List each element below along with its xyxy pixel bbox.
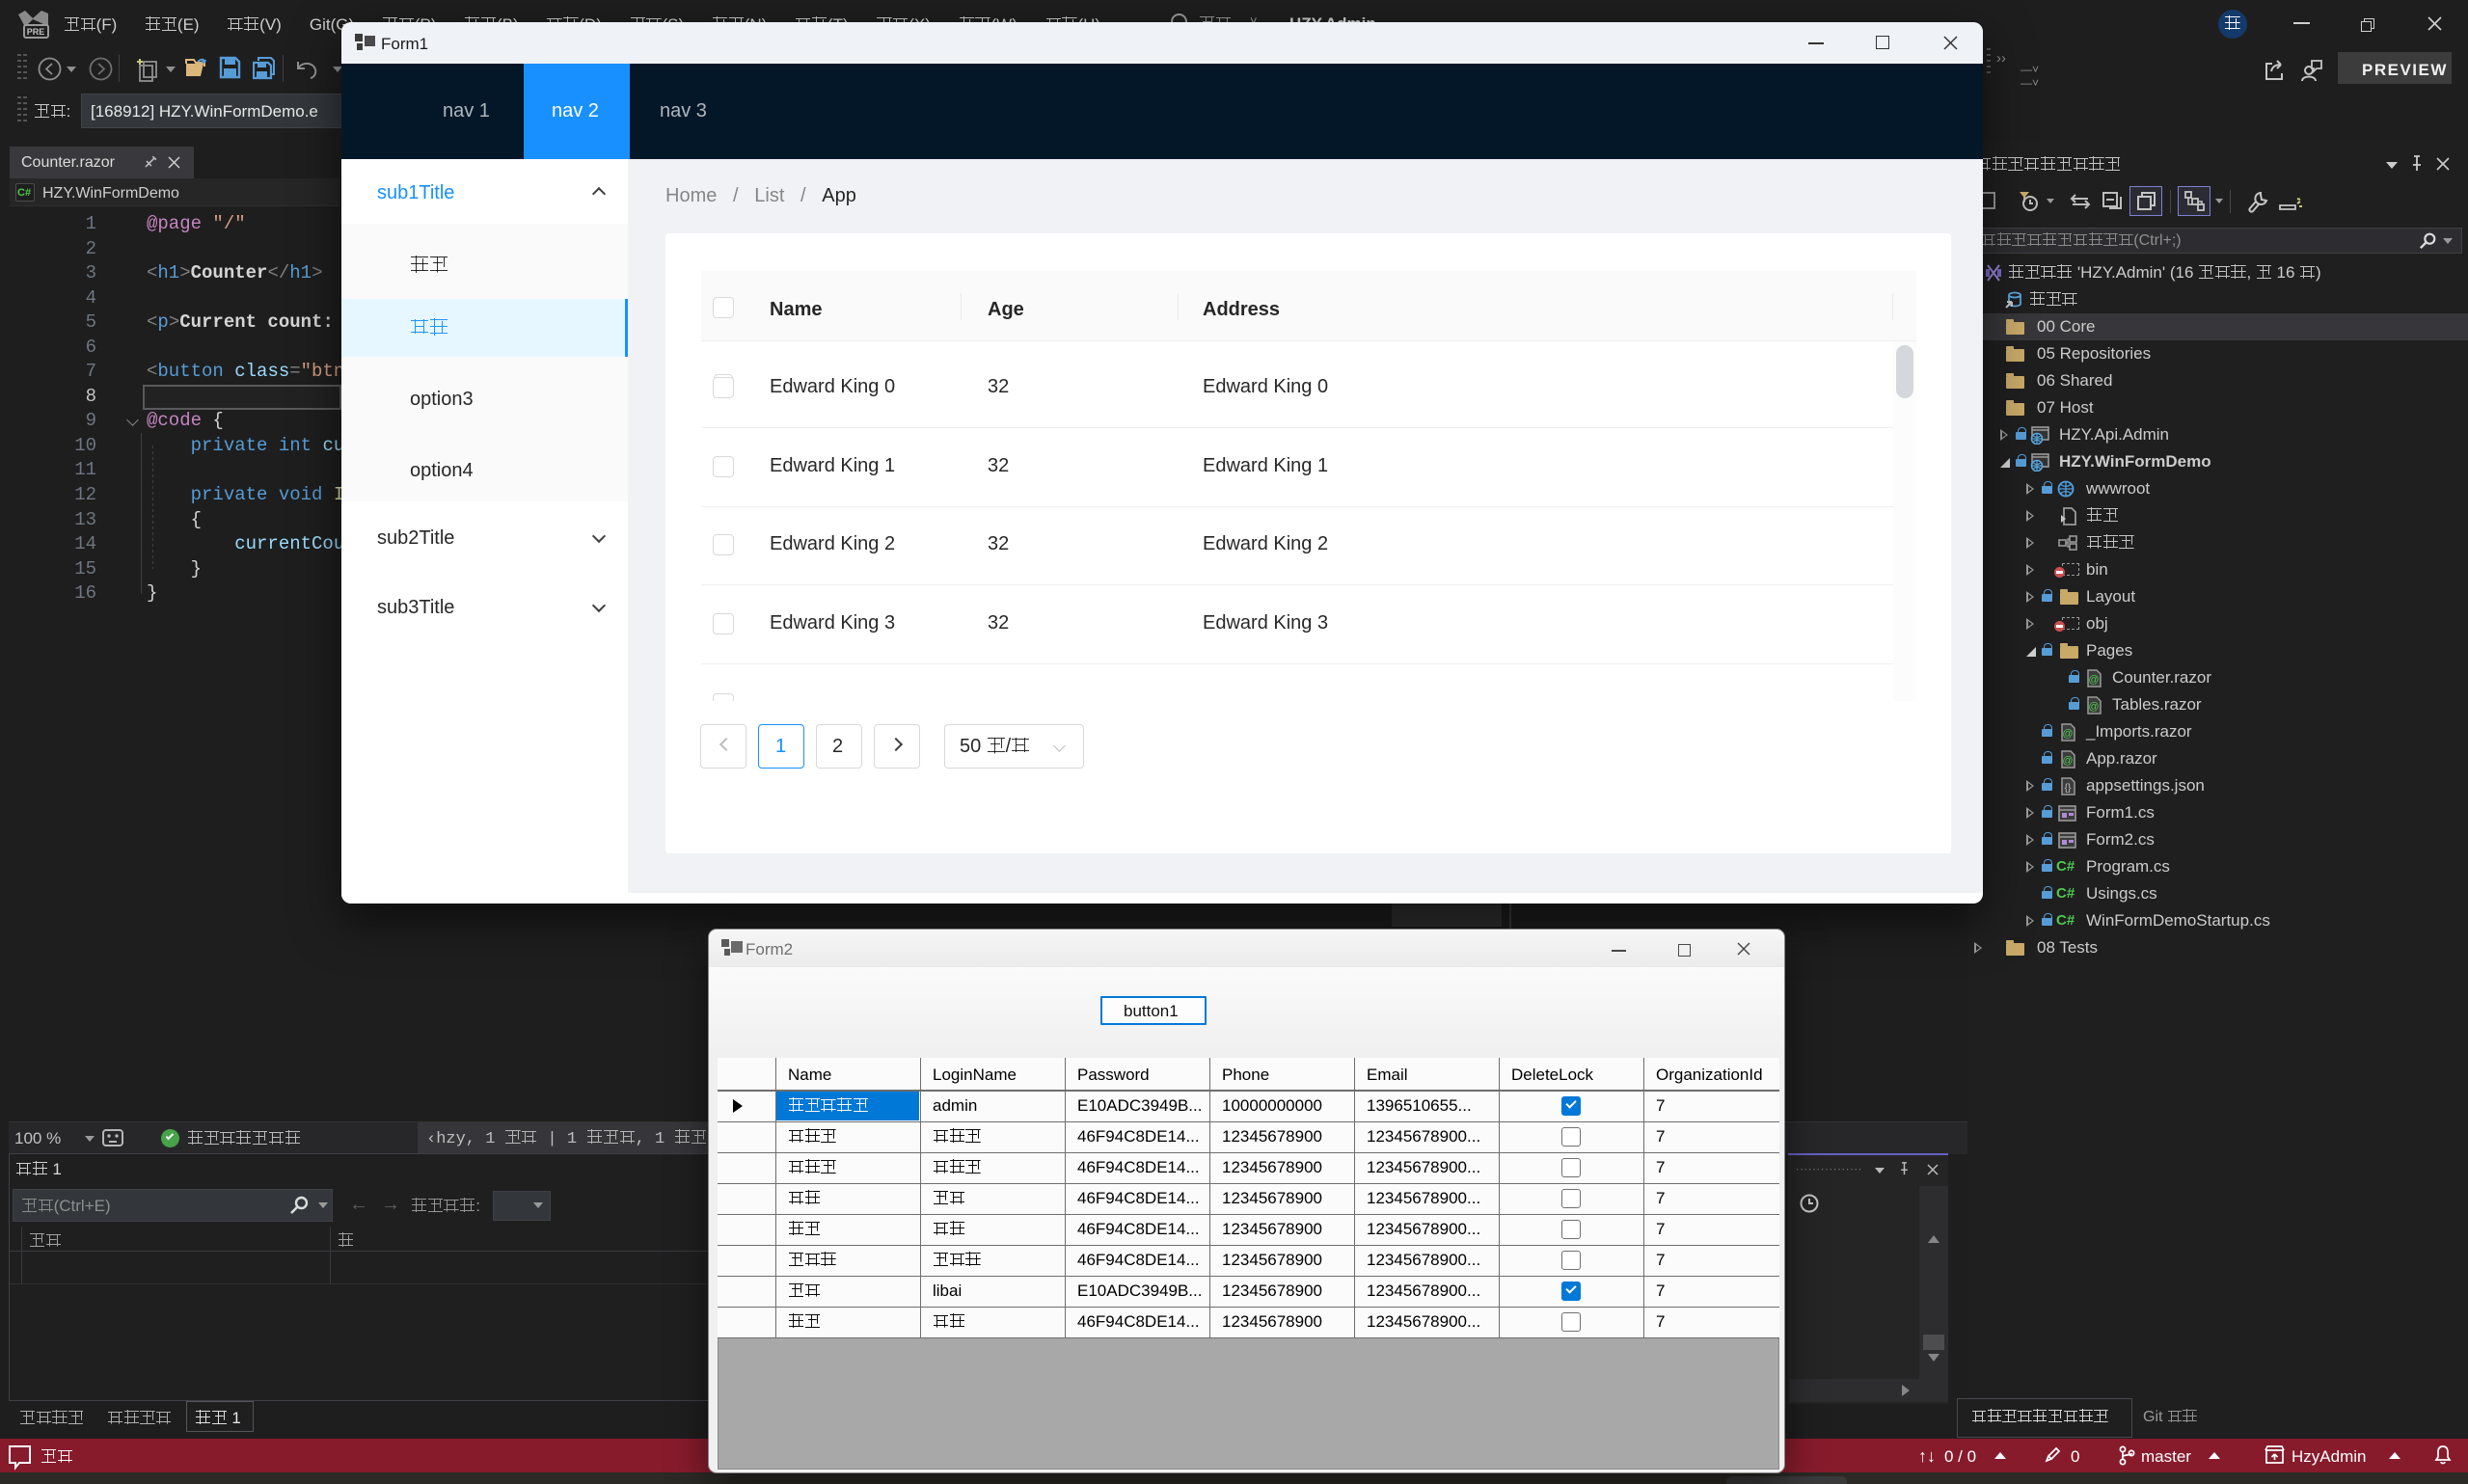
svg-text:@: @: [2062, 755, 2073, 767]
svg-text:@: @: [2088, 701, 2099, 713]
svg-text:{}: {}: [2065, 783, 2072, 794]
svg-text:@: @: [2088, 674, 2099, 686]
svg-text:PRE: PRE: [27, 27, 45, 37]
svg-text:@: @: [2062, 728, 2073, 740]
